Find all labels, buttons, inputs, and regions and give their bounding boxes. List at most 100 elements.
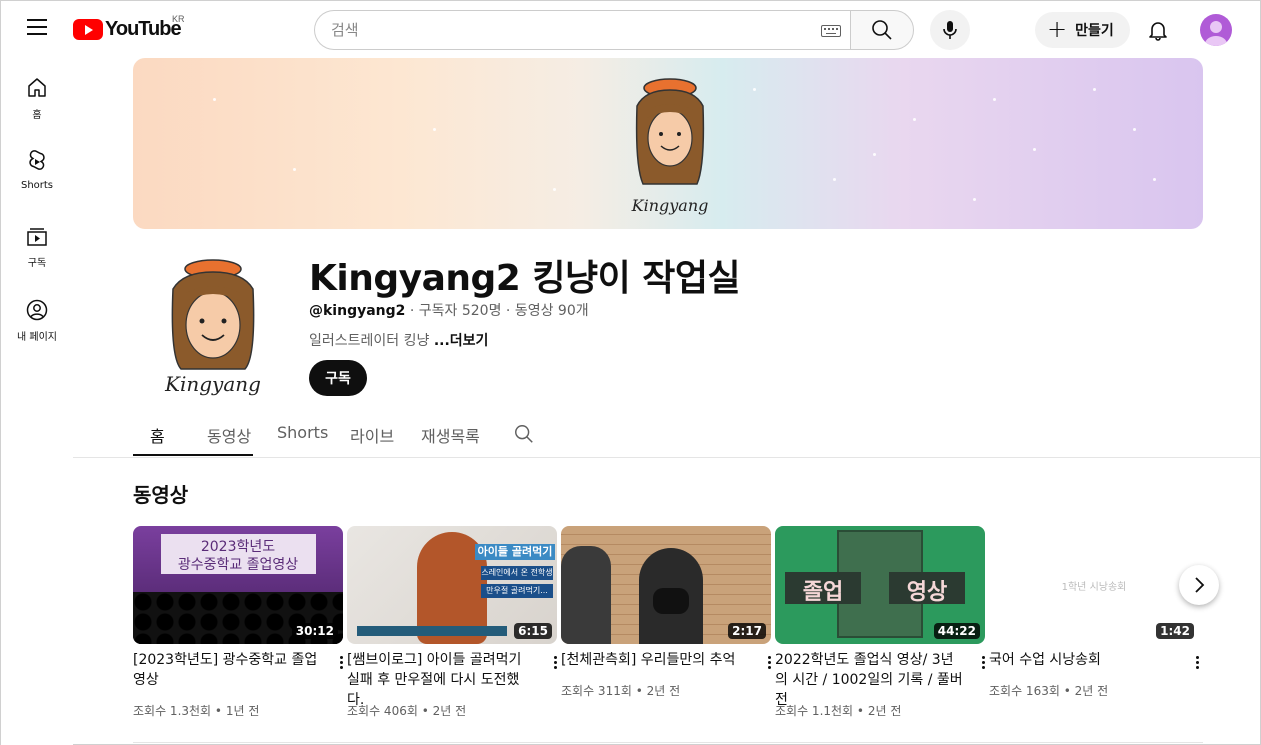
- video-metadata: 조회수 406회 • 2년 전: [347, 704, 467, 718]
- thumbnail-title-box: 아이들 골려먹기: [475, 544, 555, 560]
- video-count: 동영상 90개: [514, 303, 589, 319]
- thumbnail-caption: 1학년 시낭송회: [1061, 582, 1127, 593]
- you-icon: [26, 299, 48, 321]
- tab-live[interactable]: 라이브: [350, 423, 394, 447]
- video-metadata: 조회수 311회 • 2년 전: [561, 684, 681, 698]
- view-count: 조회수 406회: [347, 704, 418, 718]
- carousel-next-button[interactable]: [1179, 565, 1219, 605]
- upload-age: 2년 전: [432, 704, 467, 718]
- channel-banner: Kingyang: [133, 58, 1203, 229]
- video-title[interactable]: 국어 수업 시낭송회: [989, 650, 1177, 670]
- video-duration: 30:12: [291, 623, 338, 639]
- upload-age: 2년 전: [867, 704, 902, 718]
- view-count: 조회수 1.3천회: [133, 704, 212, 718]
- tab-shorts[interactable]: Shorts: [277, 423, 328, 442]
- create-label: 만들기: [1075, 23, 1114, 39]
- shorts-icon: [29, 150, 45, 170]
- keyboard-icon[interactable]: [821, 25, 841, 37]
- user-avatar-icon: [1205, 21, 1227, 46]
- thumbnail-caption: 광수중학교 졸업영상: [177, 557, 299, 573]
- youtube-logo[interactable]: YouTube KR: [73, 14, 185, 41]
- video-card: 2:17 [천체관측회] 우리들만의 추억 조회수 311회 • 2년 전: [561, 526, 771, 698]
- more-link[interactable]: ...더보기: [434, 333, 489, 349]
- tab-videos[interactable]: 동영상: [207, 423, 251, 447]
- video-duration: 6:15: [514, 623, 552, 639]
- channel-handle: @kingyang2: [309, 303, 406, 319]
- sidebar-item-subscriptions[interactable]: 구독: [5, 206, 69, 280]
- video-thumbnail[interactable]: 2:17: [561, 526, 771, 644]
- search-box: [314, 10, 851, 50]
- plus-icon: +: [1047, 14, 1068, 43]
- video-metadata: 조회수 1.3천회 • 1년 전: [133, 704, 260, 718]
- channel-avatar: Kingyang: [133, 247, 293, 407]
- video-title[interactable]: 2022학년도 졸업식 영상/ 3년의 시간 / 1002일의 기록 / 풀버전: [775, 650, 963, 710]
- subscribe-button[interactable]: 구독: [309, 360, 367, 396]
- tab-playlists[interactable]: 재생목록: [421, 423, 480, 447]
- sidebar-item-label: 내 페이지: [17, 332, 57, 343]
- svg-text:Kingyang: Kingyang: [631, 196, 709, 215]
- video-title[interactable]: [쌤브이로그] 아이들 골려먹기 실패 후 만우절에 다시 도전했다.: [347, 650, 535, 710]
- meta-separator: ·: [409, 303, 419, 319]
- search-icon: [872, 20, 892, 40]
- description-text: 일러스트레이터 킹냥: [309, 333, 434, 349]
- logo-text: YouTube: [105, 17, 182, 40]
- active-tab-indicator: [133, 454, 253, 456]
- view-count: 조회수 1.1천회: [775, 704, 854, 718]
- sidebar-item-shorts[interactable]: Shorts: [5, 132, 69, 206]
- sidebar-item-label: Shorts: [20, 180, 54, 191]
- avatar-signature: Kingyang: [164, 372, 261, 396]
- tab-home[interactable]: 홈: [150, 423, 165, 447]
- video-thumbnail[interactable]: 2023학년도 광수중학교 졸업영상 30:12: [133, 526, 343, 644]
- side-navigation: 홈 Shorts 구독 내 페이지: [1, 58, 73, 745]
- upload-age: 1년 전: [225, 704, 260, 718]
- upload-age: 2년 전: [646, 684, 681, 698]
- create-button[interactable]: + 만들기: [1035, 12, 1130, 48]
- notifications-button[interactable]: [1146, 18, 1170, 42]
- channel-name: Kingyang2 킹냥이 작업실: [309, 258, 741, 299]
- view-count: 조회수 163회: [989, 684, 1060, 698]
- upload-age: 2년 전: [1074, 684, 1109, 698]
- account-avatar[interactable]: [1200, 14, 1232, 46]
- thumbnail-subtitle-box: 스레인에서 온 전학생: [481, 566, 553, 580]
- section-divider: [133, 742, 1203, 743]
- video-duration: 2:17: [728, 623, 766, 639]
- video-thumbnail[interactable]: 1학년 시낭송회 1:42: [989, 526, 1199, 644]
- video-title[interactable]: [2023학년도] 광수중학교 졸업영상: [133, 650, 321, 690]
- video-thumbnail[interactable]: 아이들 골려먹기 스레인에서 온 전학생 만우절 골려먹기... 6:15: [347, 526, 557, 644]
- section-title: 동영상: [133, 483, 189, 507]
- microphone-icon: [943, 21, 957, 39]
- chevron-right-icon: [1195, 577, 1205, 593]
- video-metadata: 조회수 1.1천회 • 2년 전: [775, 704, 902, 718]
- video-thumbnail[interactable]: 졸업 영상 44:22: [775, 526, 985, 644]
- voice-search-button[interactable]: [930, 10, 970, 50]
- channel-metadata: @kingyang2 · 구독자 520명 · 동영상 90개: [309, 300, 589, 320]
- subscriptions-icon: [27, 228, 47, 246]
- channel-description: 일러스트레이터 킹냥 ...더보기: [309, 330, 488, 350]
- thumbnail-caption: 2023학년도: [200, 539, 276, 555]
- sidebar-item-label: 구독: [27, 258, 47, 269]
- channel-tabs: 홈 동영상 Shorts 라이브 재생목록: [73, 409, 1260, 458]
- video-card: 1학년 시낭송회 1:42 국어 수업 시낭송회 조회수 163회 • 2년 전: [989, 526, 1199, 698]
- more-options-icon[interactable]: [1189, 652, 1205, 672]
- sidebar-item-home[interactable]: 홈: [5, 58, 69, 132]
- person-figure: [561, 546, 611, 644]
- search-input[interactable]: [331, 11, 811, 49]
- video-duration: 1:42: [1156, 623, 1194, 639]
- thumbnail-caption: 졸업: [802, 580, 844, 605]
- video-card: 아이들 골려먹기 스레인에서 온 전학생 만우절 골려먹기... 6:15 [쌤…: [347, 526, 557, 718]
- video-title[interactable]: [천체관측회] 우리들만의 추억: [561, 650, 749, 670]
- search-button[interactable]: [850, 10, 914, 50]
- thumbnail-caption: 영상: [906, 580, 948, 605]
- sidebar-item-you[interactable]: 내 페이지: [5, 280, 69, 354]
- character-avatar-illustration: Kingyang: [164, 259, 261, 396]
- subscriber-count: 구독자 520명: [418, 303, 502, 319]
- view-count: 조회수 311회: [561, 684, 632, 698]
- menu-icon[interactable]: [25, 19, 49, 39]
- meta-separator: ·: [505, 303, 515, 319]
- face-mask: [653, 588, 689, 614]
- video-card: 졸업 영상 44:22 2022학년도 졸업식 영상/ 3년의 시간 / 100…: [775, 526, 985, 718]
- video-metadata: 조회수 163회 • 2년 전: [989, 684, 1109, 698]
- sidebar-item-label: 홈: [32, 110, 42, 121]
- search-icon[interactable]: [513, 423, 535, 445]
- video-duration: 44:22: [933, 623, 980, 639]
